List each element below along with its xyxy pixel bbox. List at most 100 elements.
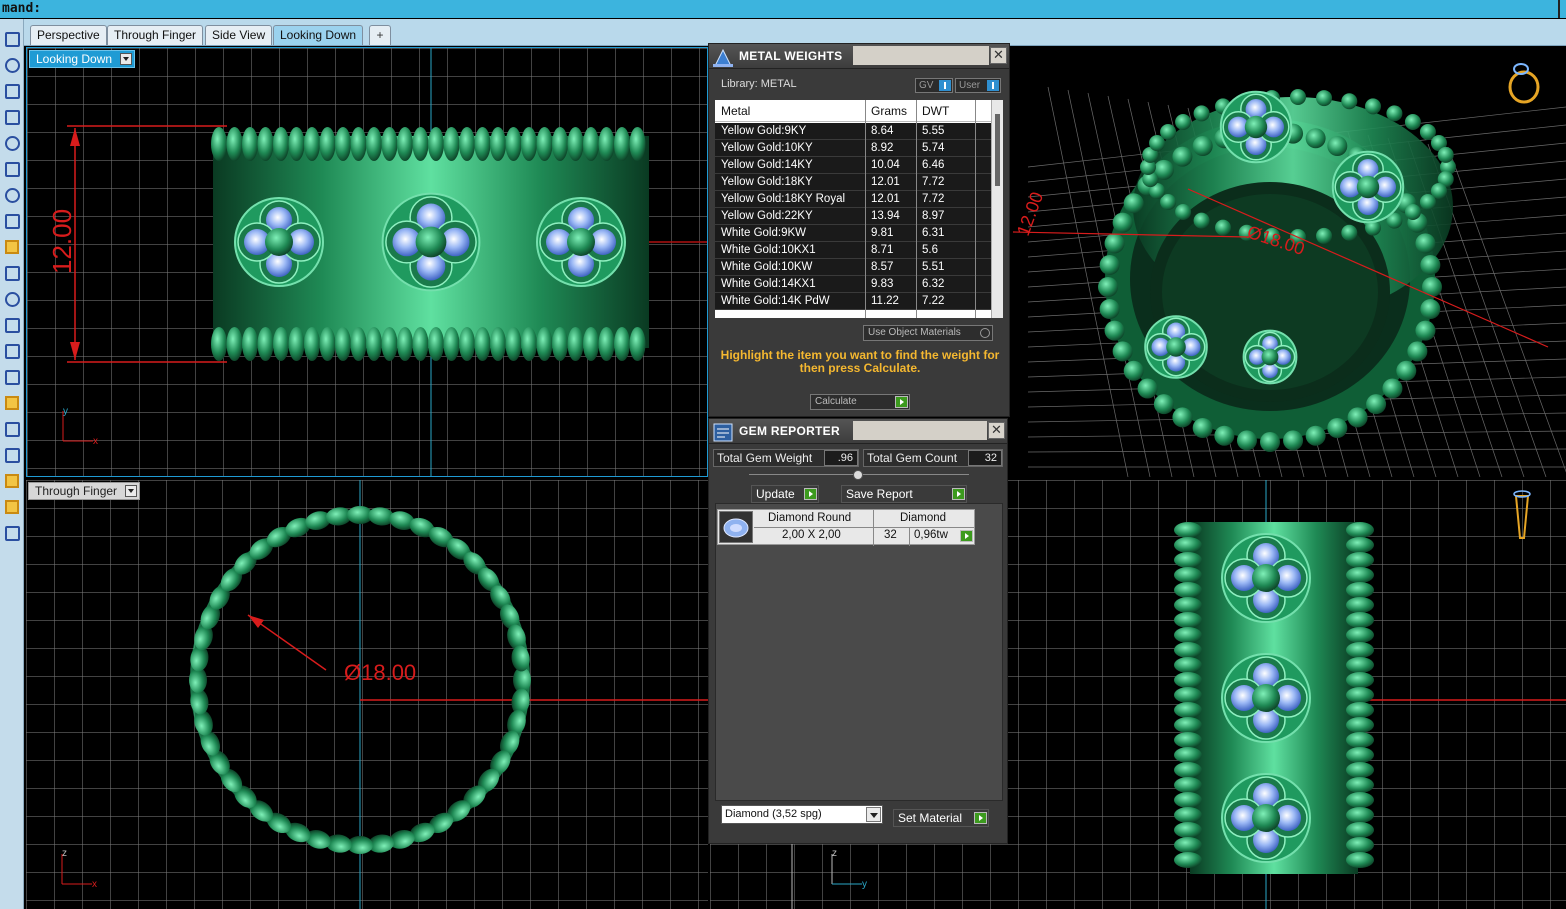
viewport-menu-chevron-icon[interactable] [120, 53, 133, 65]
center-bead [265, 228, 293, 256]
bead [598, 127, 615, 161]
tab-looking-down[interactable]: Looking Down [273, 25, 364, 45]
splitter-handle-icon[interactable] [853, 470, 863, 480]
pen-tool-icon[interactable] [2, 471, 20, 489]
transform-tool-icon[interactable] [2, 289, 20, 307]
perspective-bead [1104, 320, 1125, 341]
col-metal[interactable]: Metal [721, 104, 750, 118]
use-object-materials-label: Use Object Materials [868, 327, 961, 338]
tab-through-finger[interactable]: Through Finger [107, 25, 204, 45]
perspective-bead [1260, 432, 1280, 452]
viewport-looking-down[interactable]: 12.00 x y Looking Down [26, 47, 708, 477]
metal-row[interactable]: White Gold:9KW 9.81 6.31 [715, 225, 991, 242]
set-material-button[interactable]: Set Material [893, 809, 989, 827]
close-icon[interactable]: ✕ [990, 47, 1007, 64]
metal-name: White Gold:14KX1 [721, 278, 816, 290]
col-grams[interactable]: Grams [871, 104, 907, 118]
total-gem-count-value: 32 [968, 450, 1002, 466]
dimension-tool-icon[interactable] [2, 263, 20, 281]
metal-name: White Gold:10KX1 [721, 244, 816, 256]
col-dwt[interactable]: DWT [922, 104, 949, 118]
perspective-ring-drawing: 12.00 Ø18.00 [1013, 63, 1566, 477]
metal-table-scrollbar[interactable] [991, 100, 1003, 318]
metal-row[interactable]: Yellow Gold:22KY 13.94 8.97 [715, 208, 991, 225]
side-bead [1174, 822, 1202, 838]
analyze-tool-icon[interactable] [2, 393, 20, 411]
metal-row[interactable]: Yellow Gold:10KY 8.92 5.74 [715, 140, 991, 157]
titlebar-fill [853, 46, 989, 65]
curve-tool-icon[interactable] [2, 133, 20, 151]
select-tool-icon[interactable] [2, 29, 20, 47]
bead [412, 327, 429, 361]
viewport-label-looking-down[interactable]: Looking Down [29, 50, 136, 68]
bead [505, 127, 522, 161]
ring-icon[interactable] [1508, 63, 1540, 104]
move-tool-icon[interactable] [2, 367, 20, 385]
update-button[interactable]: Update [751, 485, 819, 503]
metal-table[interactable]: Metal Grams DWT Yellow Gold:9KY 8.64 5.55 Y… [715, 100, 1003, 318]
axis-x-label: x [93, 436, 98, 447]
metal-row[interactable]: White Gold:10KW 8.57 5.51 [715, 259, 991, 276]
gem-reporter-titlebar[interactable]: GEM REPORTER ✕ [709, 419, 1007, 444]
light-tool-icon[interactable] [2, 237, 20, 255]
metal-row[interactable]: Yellow Gold:18KY 12.01 7.72 [715, 174, 991, 191]
mesh-tool-icon[interactable] [2, 211, 20, 229]
metal-dwt: 8.97 [922, 210, 945, 222]
tab-side-view[interactable]: Side View [205, 25, 273, 45]
perspective-bead [1407, 341, 1428, 362]
add-tab-plus-icon[interactable]: + [369, 25, 391, 45]
bead [226, 327, 243, 361]
metal-row[interactable]: Yellow Gold:9KY 8.64 5.55 [715, 123, 991, 140]
material-select[interactable]: Diamond (3,52 spg) [721, 805, 883, 824]
side-bead [1174, 597, 1202, 613]
viewport-perspective[interactable]: 12.00 Ø18.00 [1008, 47, 1566, 477]
gem-row-play-icon[interactable] [960, 530, 973, 542]
gem-col-separator [909, 527, 910, 546]
command-line[interactable]: mand: [0, 0, 1566, 18]
bead [474, 127, 491, 161]
surface-tool-icon[interactable] [2, 159, 20, 177]
bead [583, 127, 599, 161]
viewport-menu-chevron-icon-2[interactable] [125, 485, 138, 497]
point-tool-icon[interactable] [2, 55, 20, 73]
viewport-through-finger[interactable]: Ø18.00 x z Through Finger [26, 480, 708, 909]
polyline-tool-icon[interactable] [2, 81, 20, 99]
close-icon-2[interactable]: ✕ [988, 422, 1005, 439]
scrollbar-thumb[interactable] [995, 114, 1000, 186]
bead [350, 127, 367, 161]
gem-size: 2,00 X 2,00 [782, 529, 841, 541]
perspective-bead [1112, 341, 1133, 362]
array-tool-icon[interactable] [2, 315, 20, 333]
rectangle-tool-icon[interactable] [2, 107, 20, 125]
render-tool-icon[interactable] [2, 497, 20, 515]
metal-row[interactable]: White Gold:10KX1 8.71 5.6 [715, 242, 991, 259]
metal-row[interactable]: Yellow Gold:18KY Royal 12.01 7.72 [715, 191, 991, 208]
viewport-label-through-finger[interactable]: Through Finger [28, 482, 141, 500]
boolean-tool-icon[interactable] [2, 419, 20, 437]
calculate-button[interactable]: Calculate [810, 394, 910, 410]
side-bead [1346, 702, 1374, 718]
metal-name: Yellow Gold:18KY [721, 176, 813, 188]
scale-tool-icon[interactable] [2, 341, 20, 359]
metal-weights-titlebar[interactable]: METAL WEIGHTS ✕ [709, 44, 1009, 69]
bead [335, 127, 351, 161]
gem-row[interactable]: Diamond Round Diamond 2,00 X 2,00 32 0,9… [717, 509, 975, 546]
chevron-down-icon[interactable] [866, 807, 881, 822]
metal-row[interactable]: Yellow Gold:14KY 10.04 6.46 [715, 157, 991, 174]
metal-grams: 9.81 [871, 227, 894, 239]
metal-dwt: 5.51 [922, 261, 945, 273]
gv-toggle[interactable]: GV [915, 78, 953, 93]
side-bead [1174, 567, 1202, 583]
layer-tool-icon[interactable] [2, 445, 20, 463]
user-toggle[interactable]: User [955, 78, 1001, 93]
metal-row[interactable]: White Gold:14KX1 9.83 6.32 [715, 276, 991, 293]
titlebar-fill-2 [853, 421, 987, 440]
sphere-tool-icon[interactable] [2, 185, 20, 203]
gem-tool-icon[interactable] [2, 523, 20, 541]
finger-icon[interactable] [1513, 490, 1531, 539]
perspective-bead [1341, 93, 1358, 110]
metal-row[interactable]: White Gold:14K PdW 11.22 7.22 [715, 293, 991, 310]
use-object-materials-toggle[interactable]: Use Object Materials [863, 325, 993, 341]
tab-perspective[interactable]: Perspective [30, 25, 107, 45]
save-report-button[interactable]: Save Report [841, 485, 967, 503]
